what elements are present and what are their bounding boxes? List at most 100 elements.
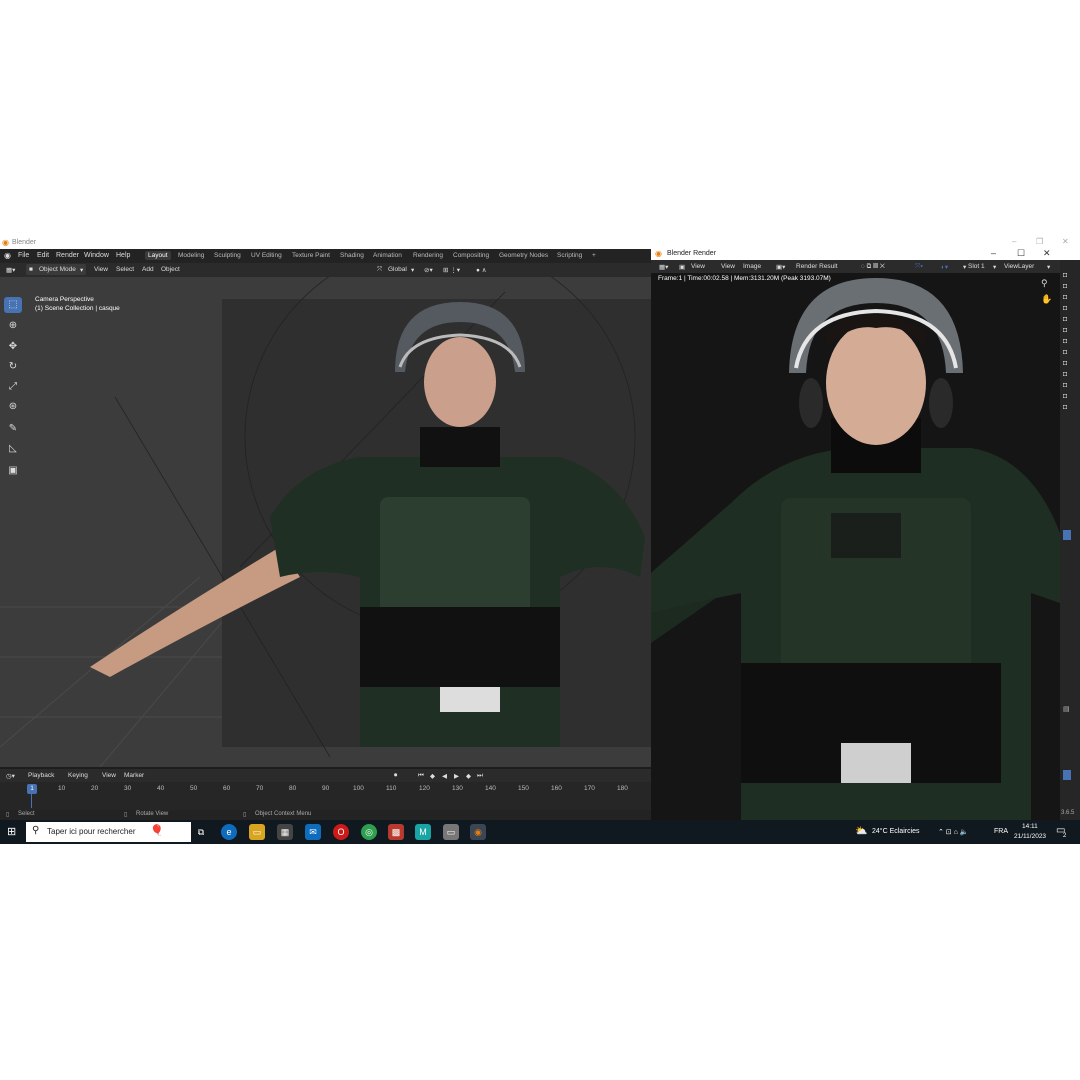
prev-keyframe-icon[interactable]: ◆ [430,772,435,780]
editor-type-icon[interactable]: ▦▾ [6,266,15,274]
transform-icon[interactable]: ⊛ [4,399,22,415]
mode-select[interactable]: Object Mode [39,266,76,273]
blender-menu-icon[interactable]: ◉ [4,251,11,260]
menu-help[interactable]: Help [116,252,130,259]
chrome-icon[interactable]: ◎ [361,824,377,840]
menu-render[interactable]: Render [56,252,79,259]
orientation-select[interactable]: Global [388,266,407,273]
close-icon[interactable]: ✕ [1062,237,1069,246]
mail-icon[interactable]: ✉ [305,824,321,840]
tab-texture-paint[interactable]: Texture Paint [292,252,330,259]
header-view-2[interactable]: View [721,263,735,270]
sidebar-tab-active[interactable] [1063,530,1071,540]
tab-scripting[interactable]: Scripting [557,252,582,259]
move-icon[interactable]: ✥ [4,339,22,355]
taskbar-search[interactable]: ⚲ Taper ici pour rechercher 🎈 [26,822,191,842]
clock-icon[interactable]: ◷▾ [6,772,15,780]
menu-file[interactable]: File [18,252,29,259]
timeline-view[interactable]: View [102,772,116,779]
overlay-icon[interactable]: ◐▾ [941,263,948,271]
view-mode-icon[interactable]: ▣ [679,263,685,271]
snap-icon[interactable]: ⊞ ⋮▾ [443,266,460,274]
search-input[interactable]: Taper ici pour rechercher [47,827,135,836]
tab-sculpting[interactable]: Sculpting [214,252,241,259]
header-object[interactable]: Object [161,266,180,273]
timeline-keying[interactable]: Keying [68,772,88,779]
timeline-playback[interactable]: Playback [28,772,54,779]
header-add[interactable]: Add [142,266,154,273]
add-workspace-icon[interactable]: + [592,252,596,259]
clock-date[interactable]: 21/11/2023 [1014,833,1046,840]
measure-icon[interactable]: ◺ [4,441,22,457]
scale-icon[interactable]: ⤢ [4,379,22,395]
zoom-icon[interactable]: ⚲ [1041,278,1048,289]
clock-time[interactable]: 14:11 [1022,823,1038,830]
cursor-icon[interactable]: ⊕ [4,318,22,334]
play-reverse-icon[interactable]: ◀ [442,772,447,780]
view-layer-select[interactable]: ViewLayer [1004,263,1034,270]
chevron-down-icon: ▾ [993,264,997,271]
tab-animation[interactable]: Animation [373,252,402,259]
slot-select[interactable]: Slot 1 [968,263,985,270]
next-keyframe-icon[interactable]: ◆ [466,772,471,780]
minimize-icon[interactable]: – [1012,237,1016,246]
language-indicator[interactable]: FRA [994,828,1008,835]
restore-icon[interactable]: ❐ [1036,237,1043,246]
timeline-marker[interactable]: Marker [124,772,144,779]
weather-text[interactable]: 24°C Eclaircies [872,828,920,835]
timeline[interactable]: 10 20 30 40 50 60 70 80 90 100 110 120 1… [0,782,651,812]
opera-icon[interactable]: O [333,824,349,840]
maximize-icon[interactable]: ☐ [1017,248,1025,259]
rotate-icon[interactable]: ↻ [4,359,22,375]
maya-icon[interactable]: M [415,824,431,840]
weather-icon[interactable]: ⛅ [855,826,867,837]
pin-icon[interactable]: ⤧▾ [915,263,923,271]
close-icon[interactable]: ✕ [1043,248,1051,259]
windows-start-icon[interactable]: ⊞ [7,825,16,838]
image-browse-icon[interactable]: ▣▾ [776,263,785,271]
tab-modeling[interactable]: Modeling [178,252,204,259]
proportional-edit-icon[interactable]: ● ∧ [476,266,487,274]
app-window-icon[interactable]: ▭ [443,824,459,840]
app-icon[interactable]: ▩ [388,824,404,840]
folder-icon[interactable]: ▤ [1063,705,1070,713]
record-icon[interactable]: ⏺ [394,772,397,780]
task-view-icon[interactable]: ⧉ [193,824,209,840]
properties-tabs-icon[interactable]: ◘ ◘ ◘ ◘ ◘ ◘ ◘ ◘ ◘ ◘ ◘ ◘ ◘ [1063,270,1077,420]
pivot-icon[interactable]: ⊘▾ [424,266,433,274]
render-image[interactable] [651,273,1060,820]
hand-icon[interactable]: ✋ [1041,294,1052,305]
play-icon[interactable]: ▶ [454,772,459,780]
menu-window[interactable]: Window [84,252,109,259]
blender-taskbar-icon[interactable]: ◉ [470,824,486,840]
minimize-icon[interactable]: – [991,248,996,258]
timeline-tick: 120 [419,785,430,792]
edge-icon[interactable]: e [221,824,237,840]
current-frame-indicator[interactable]: 1 [27,784,37,794]
jump-end-icon[interactable]: ⏭ [477,772,483,780]
file-explorer-icon[interactable]: ▭ [249,824,265,840]
annotate-icon[interactable]: ✎ [4,421,22,437]
tab-uv-editing[interactable]: UV Editing [251,252,282,259]
header-select[interactable]: Select [116,266,134,273]
tab-geometry-nodes[interactable]: Geometry Nodes [499,252,548,259]
3d-viewport[interactable]: ⬚ ⊕ ✥ ↻ ⤢ ⊛ ✎ ◺ ▣ Camera Perspective (1)… [0,277,651,767]
mouse-left-icon: ▯ [6,812,10,818]
store-icon[interactable]: ▦ [277,824,293,840]
menu-edit[interactable]: Edit [37,252,49,259]
add-cube-icon[interactable]: ▣ [4,463,22,479]
editor-type-icon[interactable]: ▦▾ [659,263,668,271]
tab-compositing[interactable]: Compositing [453,252,489,259]
header-image[interactable]: Image [743,263,761,270]
image-name-field[interactable]: Render Result [796,263,838,270]
header-view[interactable]: View [94,266,108,273]
image-actions-icon[interactable]: ◌ ⧉ ▤ ✕ [861,263,885,271]
sidebar-tab-active-2[interactable] [1063,770,1071,780]
header-view-1[interactable]: View [691,263,705,270]
tab-shading[interactable]: Shading [340,252,364,259]
jump-start-icon[interactable]: ⏮ [418,772,424,780]
tab-layout[interactable]: Layout [145,251,171,260]
select-box-icon[interactable]: ⬚ [4,297,22,313]
tab-rendering[interactable]: Rendering [413,252,443,259]
tray-icons[interactable]: ⌃ ⊡ ⌂ 🔈 [938,828,969,836]
